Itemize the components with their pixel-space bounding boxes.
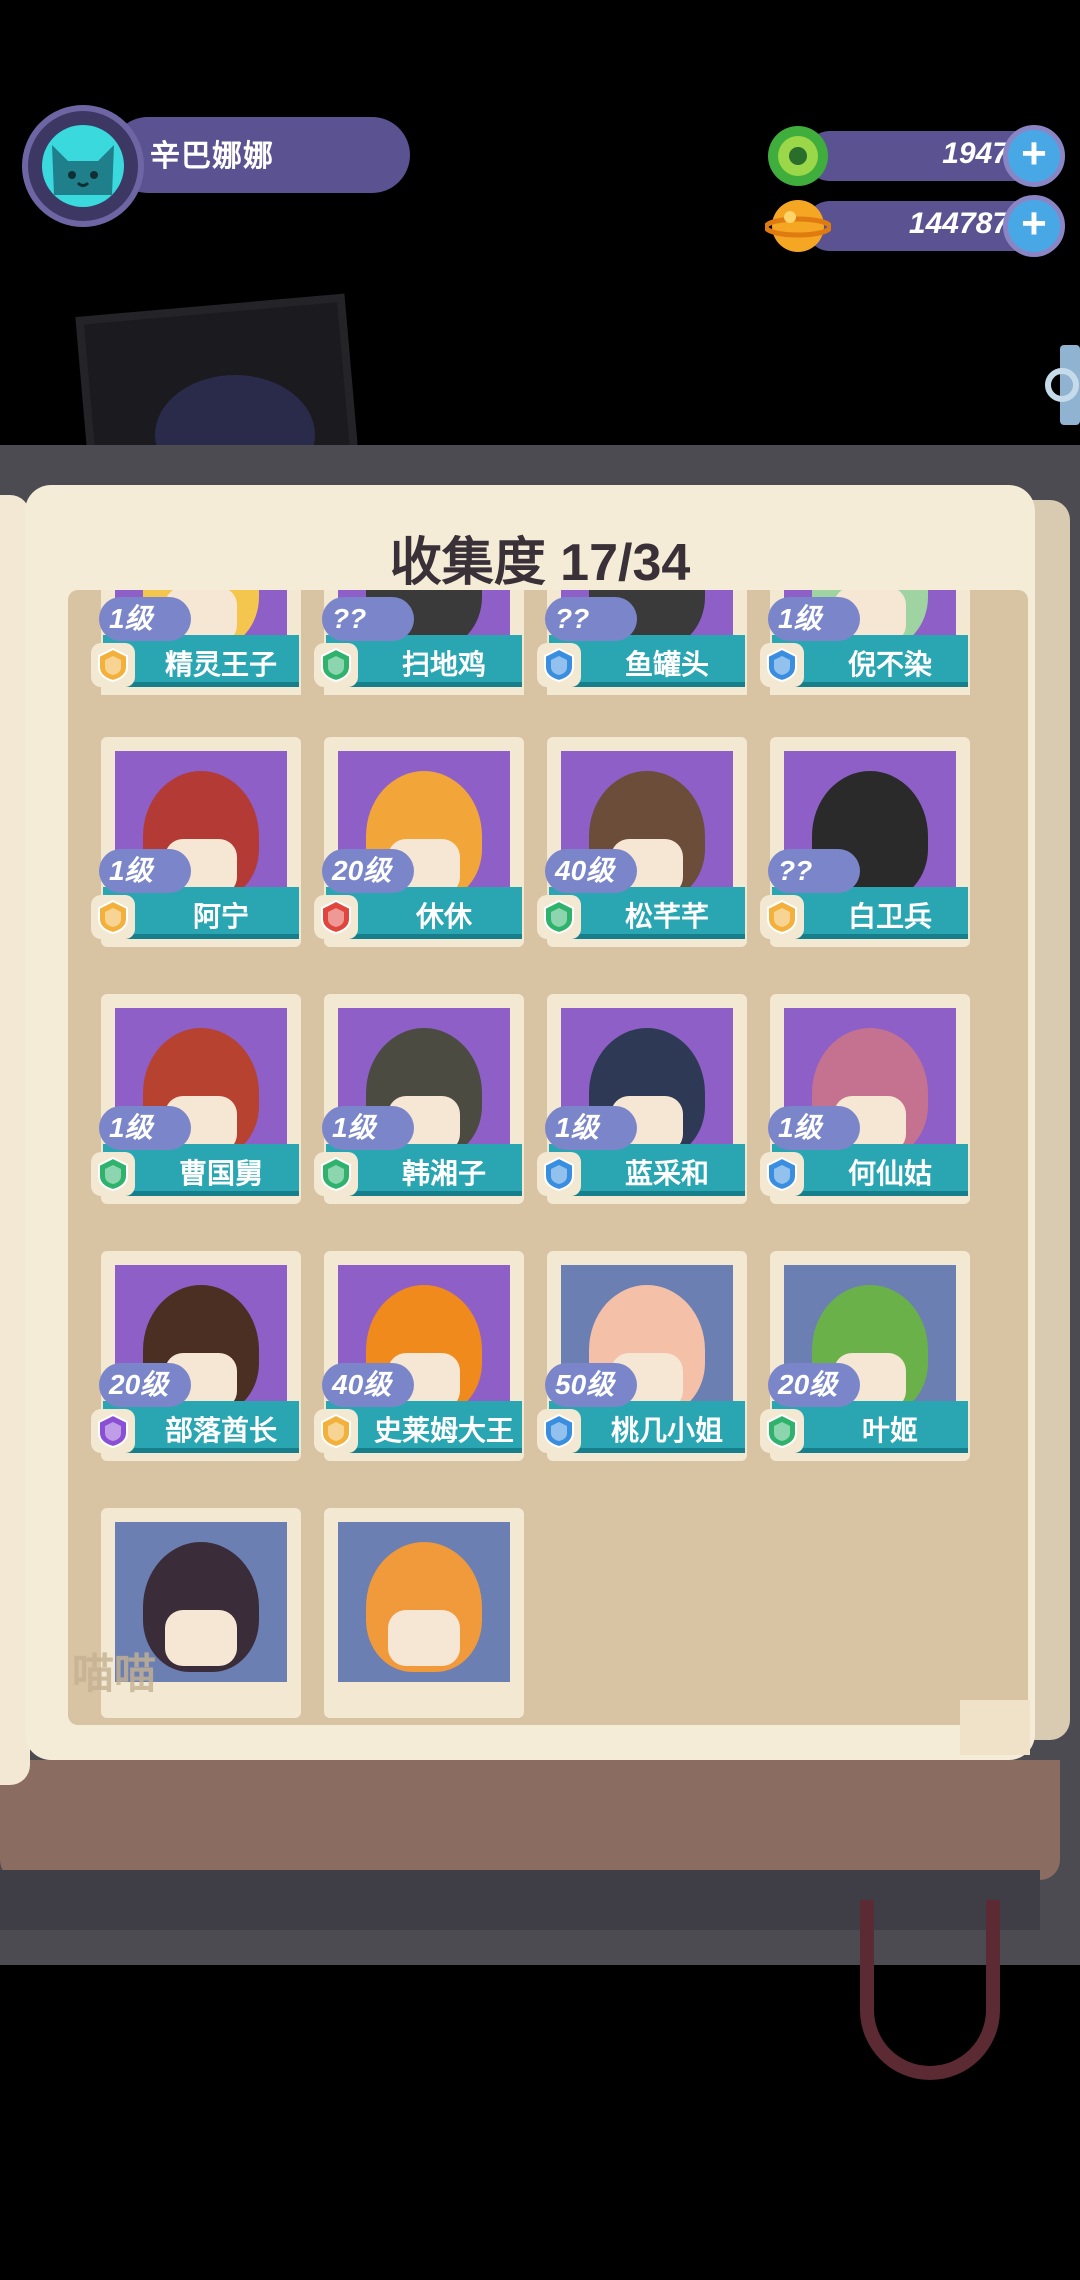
character-card[interactable]: 叶姬 20级	[760, 1251, 970, 1461]
character-name: 韩湘子	[401, 1158, 486, 1189]
character-name: 松芊芊	[624, 901, 709, 932]
page-curl	[960, 1700, 1030, 1755]
book-spine	[0, 1760, 1060, 1880]
character-card[interactable]: 鱼罐头??	[537, 590, 747, 695]
side-key-icon[interactable]	[1040, 345, 1080, 425]
green-gem-icon	[765, 123, 831, 189]
level-badge: 50级	[545, 1363, 637, 1407]
add-coins-button[interactable]: +	[1003, 195, 1065, 257]
character-name: 精灵王子	[164, 649, 277, 680]
level-badge: 20级	[99, 1363, 191, 1407]
rarity-shield-icon	[760, 643, 804, 687]
level-badge: 20级	[768, 1363, 860, 1407]
character-card[interactable]: 何仙姑 1级	[760, 994, 970, 1204]
level-badge: 1级	[322, 1106, 414, 1150]
level-badge: 40级	[322, 1363, 414, 1407]
rarity-shield-icon	[537, 1409, 581, 1453]
character-grid[interactable]: 精灵王子 1级 扫地鸡?? 鱼罐头?? 倪不染 1级 阿宁 1级 休休 20级 松芊芊 40级 白卫兵?…	[68, 590, 1028, 1725]
add-gems-button[interactable]: +	[1003, 125, 1065, 187]
character-card[interactable]: 休休 20级	[314, 737, 524, 947]
coin-currency: 144787 +	[763, 193, 1065, 257]
level-badge: ??	[768, 849, 860, 893]
level-badge: 1级	[545, 1106, 637, 1150]
rarity-shield-icon	[537, 895, 581, 939]
level-badge: ??	[545, 597, 637, 641]
character-card[interactable]	[324, 1508, 524, 1718]
rarity-shield-icon	[537, 643, 581, 687]
character-name: 阿宁	[192, 901, 249, 932]
rarity-shield-icon	[91, 1409, 135, 1453]
character-card[interactable]: 史莱姆大王 40级	[314, 1251, 524, 1461]
character-name: 部落酋长	[164, 1415, 277, 1446]
character-card[interactable]: 精灵王子 1级	[91, 590, 301, 695]
character-portrait	[338, 1522, 510, 1682]
level-badge: ??	[322, 597, 414, 641]
character-card[interactable]: 扫地鸡??	[314, 590, 524, 695]
collection-progress-title: 收集度 17/34	[389, 534, 691, 592]
rarity-shield-icon	[91, 895, 135, 939]
rarity-shield-icon	[314, 895, 358, 939]
character-card[interactable]: 桃几小姐 50级	[537, 1251, 747, 1461]
coin-count: 144787	[908, 207, 1009, 240]
rarity-shield-icon	[314, 1152, 358, 1196]
rarity-shield-icon	[314, 1409, 358, 1453]
character-name: 何仙姑	[847, 1158, 932, 1189]
level-badge: 1级	[99, 597, 191, 641]
player-profile[interactable]: 辛巴娜娜	[22, 105, 410, 235]
character-card[interactable]: 松芊芊 40级	[537, 737, 747, 947]
character-face	[388, 1610, 460, 1666]
cat-watermark: 喵喵	[72, 1650, 157, 1697]
character-name: 扫地鸡	[401, 649, 486, 680]
rarity-shield-icon	[314, 643, 358, 687]
level-badge: 1级	[99, 1106, 191, 1150]
player-name: 辛巴娜娜	[150, 140, 274, 173]
level-badge: 1级	[99, 849, 191, 893]
character-name: 休休	[415, 901, 472, 932]
character-card[interactable]: 倪不染 1级	[760, 590, 970, 695]
rarity-shield-icon	[537, 1152, 581, 1196]
character-card[interactable]: 部落酋长 20级	[91, 1251, 301, 1461]
character-card[interactable]: 阿宁 1级	[91, 737, 301, 947]
rarity-shield-icon	[91, 1152, 135, 1196]
level-badge: 1级	[768, 1106, 860, 1150]
character-card[interactable]: 蓝采和 1级	[537, 994, 747, 1204]
character-card[interactable]: 白卫兵??	[760, 737, 970, 947]
rarity-shield-icon	[760, 1409, 804, 1453]
avatar[interactable]	[22, 105, 144, 227]
gem-count: 1947	[942, 137, 1009, 170]
level-badge: 40级	[545, 849, 637, 893]
rarity-shield-icon	[760, 1152, 804, 1196]
rarity-shield-icon	[91, 643, 135, 687]
gem-currency: 1947 +	[765, 123, 1065, 187]
character-name: 曹国舅	[178, 1158, 263, 1189]
level-badge: 1级	[768, 597, 860, 641]
character-card[interactable]: 曹国舅 1级	[91, 994, 301, 1204]
character-name: 史莱姆大王	[373, 1415, 514, 1446]
orange-planet-coin-icon	[763, 193, 833, 259]
character-name: 蓝采和	[624, 1158, 709, 1189]
character-name: 叶姬	[861, 1415, 918, 1446]
level-badge: 20级	[322, 849, 414, 893]
cat-avatar-icon	[42, 125, 124, 207]
character-name: 桃几小姐	[610, 1415, 723, 1446]
character-name: 鱼罐头	[624, 649, 709, 680]
character-card[interactable]: 韩湘子 1级	[314, 994, 524, 1204]
character-face	[165, 1610, 237, 1666]
bookmark-ring	[860, 1900, 1000, 2080]
character-name: 白卫兵	[847, 901, 932, 932]
rarity-shield-icon	[760, 895, 804, 939]
character-name: 倪不染	[847, 649, 932, 680]
